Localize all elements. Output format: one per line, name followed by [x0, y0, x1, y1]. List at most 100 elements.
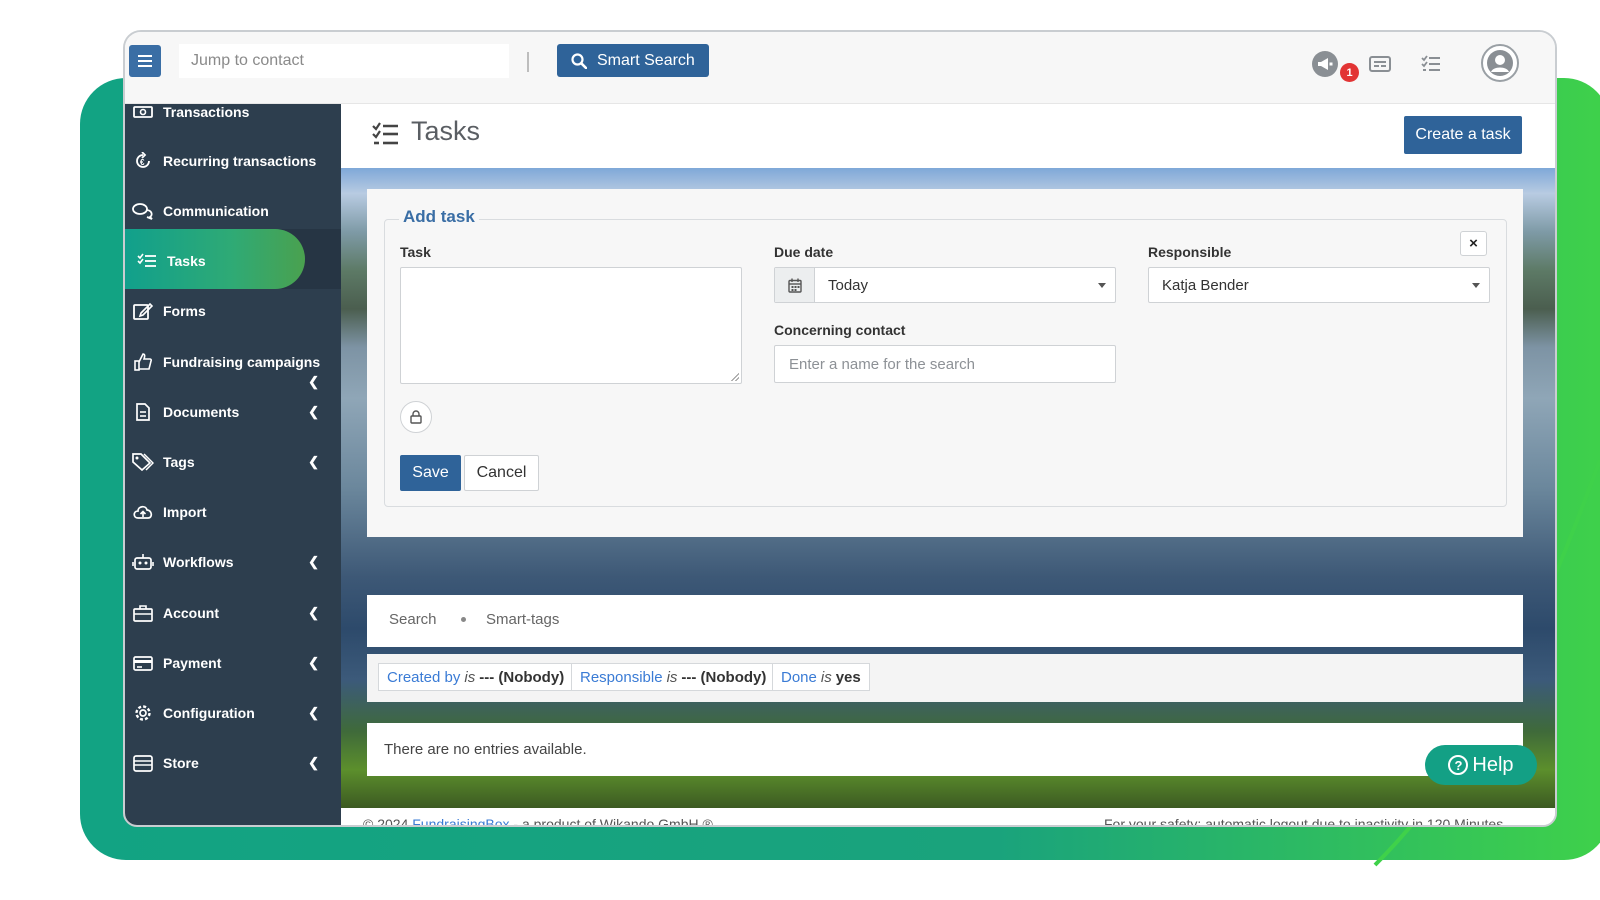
chevron-left-icon: ❮ — [308, 655, 319, 670]
filter-value: yes — [835, 668, 861, 686]
sidebar-item-workflows[interactable]: Workflows ❮ — [125, 540, 341, 584]
calendar-button[interactable] — [775, 268, 815, 302]
create-task-button[interactable]: Create a task — [1404, 116, 1522, 154]
question-icon: ? — [1448, 755, 1469, 775]
task-textarea[interactable] — [400, 267, 742, 384]
filter-chip-created-by[interactable]: Created by is --- (Nobody) — [378, 663, 574, 691]
tab-separator-dot — [461, 617, 466, 622]
store-icon — [131, 753, 155, 773]
sidebar-item-payment[interactable]: Payment ❮ — [125, 641, 341, 685]
sidebar-item-forms[interactable]: Forms — [125, 289, 341, 333]
chevron-left-icon: ❮ — [308, 554, 319, 569]
sidebar-item-import[interactable]: Import — [125, 490, 341, 534]
sidebar-item-label: Tags — [163, 454, 195, 470]
smart-search-button[interactable]: Smart Search — [557, 44, 709, 77]
sidebar-item-communication[interactable]: Communication — [125, 189, 341, 233]
sidebar-item-fundraising-campaigns[interactable]: Fundraising campaigns ❮ — [125, 340, 341, 389]
sidebar-item-documents[interactable]: Documents ❮ — [125, 390, 341, 434]
product-text: - a product of Wikando GmbH ® — [513, 816, 713, 827]
communication-icon — [131, 201, 155, 221]
close-form-button[interactable]: × — [1460, 231, 1487, 256]
tab-search[interactable]: Search — [389, 611, 437, 628]
user-avatar-button[interactable] — [1481, 44, 1519, 82]
filter-operator: is — [464, 668, 476, 686]
thumbs-up-icon — [131, 352, 155, 372]
sidebar-item-store[interactable]: Store ❮ — [125, 741, 341, 785]
search-tabs: Search Smart-tags — [367, 595, 1523, 647]
help-button[interactable]: ? Help — [1425, 745, 1537, 785]
sidebar-item-label: Account — [163, 605, 219, 621]
task-list-icon — [372, 122, 398, 145]
chevron-left-icon: ❮ — [308, 454, 319, 469]
sidebar-item-tasks[interactable]: Tasks — [125, 239, 341, 283]
filter-value: --- (Nobody) — [479, 668, 565, 686]
sidebar-item-configuration[interactable]: Configuration ❮ — [125, 691, 341, 735]
page-header: Tasks Create a task — [341, 104, 1555, 168]
due-date-label: Due date — [774, 244, 834, 260]
newspaper-icon — [1369, 56, 1391, 72]
active-filters: Created by is --- (Nobody) Responsible i… — [367, 654, 1523, 702]
filter-key: Done — [781, 668, 817, 686]
hamburger-menu-button[interactable] — [129, 45, 161, 77]
due-date-value: Today — [828, 277, 869, 294]
footer: © 2024 FundraisingBox - a product of Wik… — [341, 808, 1555, 827]
sidebar-item-label: Configuration — [163, 705, 255, 721]
logout-notice: For your safety: automatic logout due to… — [1104, 816, 1504, 827]
sidebar-item-label: Import — [163, 504, 207, 520]
notification-badge: 1 — [1340, 63, 1359, 82]
app-window: Smart Search 1 Transactions — [123, 30, 1557, 827]
filter-operator: is — [820, 668, 832, 686]
lock-icon — [410, 410, 422, 424]
save-button[interactable]: Save — [400, 455, 461, 491]
tab-smart-tags[interactable]: Smart-tags — [486, 611, 559, 628]
filter-chip-done[interactable]: Done is yes — [772, 663, 870, 691]
chevron-left-icon: ❮ — [308, 605, 319, 620]
help-label: Help — [1472, 753, 1514, 776]
announcements-button[interactable] — [1311, 50, 1339, 78]
fundraisingbox-link[interactable]: FundraisingBox — [412, 816, 509, 825]
responsible-label: Responsible — [1148, 244, 1232, 260]
cancel-button[interactable]: Cancel — [464, 455, 539, 491]
robot-icon — [131, 552, 155, 572]
concerning-contact-input[interactable] — [774, 345, 1116, 383]
tasks-shortcut-button[interactable] — [1417, 50, 1445, 78]
task-list-icon — [1421, 55, 1440, 71]
filter-chip-responsible[interactable]: Responsible is --- (Nobody) — [571, 663, 776, 691]
sidebar-item-label: Workflows — [163, 554, 234, 570]
resize-handle[interactable] — [731, 373, 739, 381]
cloud-upload-icon — [131, 502, 155, 522]
sidebar-item-tags[interactable]: Tags ❮ — [125, 440, 341, 484]
search-icon — [571, 52, 587, 69]
svg-text:€: € — [140, 158, 145, 167]
footer-copyright: © 2024 FundraisingBox - a product of Wik… — [363, 816, 713, 827]
copyright-text: © 2024 — [363, 816, 409, 827]
forms-icon — [131, 301, 155, 321]
briefcase-icon — [131, 603, 155, 623]
tag-icon — [131, 452, 155, 472]
results-panel: There are no entries available. — [367, 723, 1523, 776]
chevron-left-icon: ❮ — [308, 705, 319, 720]
document-icon — [131, 402, 155, 422]
responsible-select[interactable]: Katja Bender — [1148, 267, 1490, 303]
megaphone-icon — [1312, 51, 1338, 77]
responsible-value: Katja Bender — [1162, 277, 1249, 294]
add-task-legend: Add task — [399, 207, 479, 227]
chevron-left-icon: ❮ — [308, 755, 319, 770]
filter-value: --- (Nobody) — [681, 668, 767, 686]
sidebar-item-label: Communication — [163, 203, 269, 219]
sidebar-item-account[interactable]: Account ❮ — [125, 591, 341, 635]
sidebar-item-recurring-transactions[interactable]: € Recurring transactions — [125, 139, 341, 183]
jump-to-contact-input[interactable] — [179, 44, 509, 78]
gear-icon — [131, 703, 155, 723]
caret-down-icon — [1098, 283, 1106, 288]
chevron-left-icon: ❮ — [308, 374, 319, 389]
due-date-select[interactable]: Today — [774, 267, 1116, 303]
caret-down-icon — [1472, 283, 1480, 288]
news-button[interactable] — [1366, 50, 1394, 78]
sidebar-item-label: Fundraising campaigns — [163, 354, 321, 370]
calendar-icon — [787, 278, 802, 293]
sidebar-item-transactions[interactable]: Transactions — [125, 90, 341, 134]
empty-state-message: There are no entries available. — [384, 741, 587, 758]
screenshot-stage: Smart Search 1 Transactions — [0, 0, 1600, 900]
privacy-lock-button[interactable] — [400, 401, 432, 433]
